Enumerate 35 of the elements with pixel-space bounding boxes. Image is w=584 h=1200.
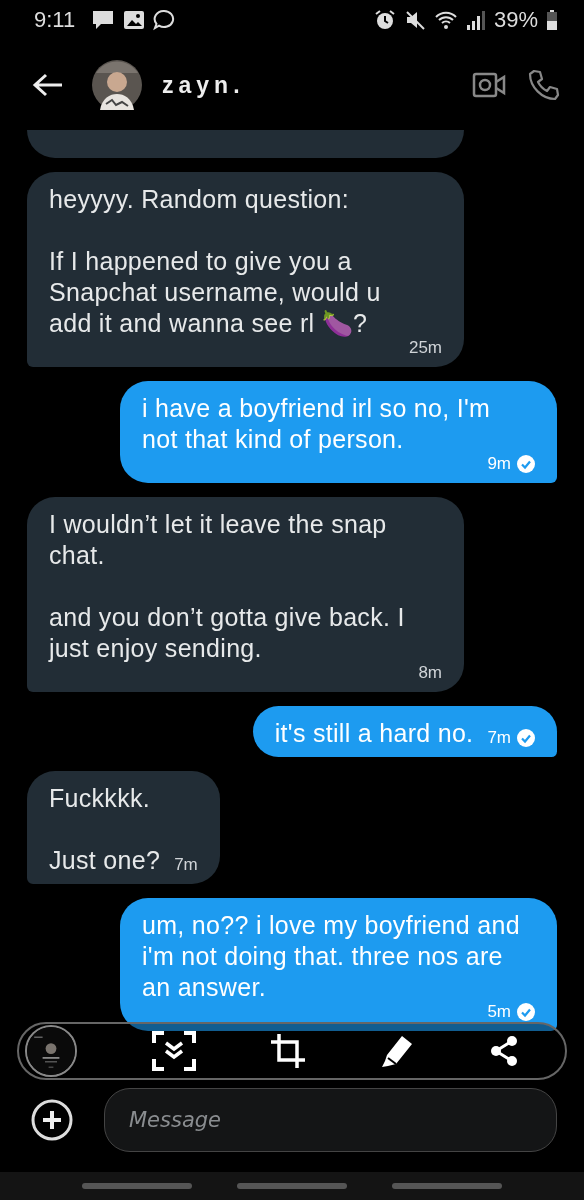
alarm-icon	[373, 9, 396, 31]
message-icon	[91, 9, 116, 31]
battery-percent: 39%	[493, 7, 538, 33]
pencil-icon[interactable]	[380, 1034, 414, 1068]
status-time: 9:11	[34, 7, 76, 33]
phone-icon[interactable]	[528, 69, 560, 101]
crop-icon[interactable]	[271, 1034, 305, 1068]
nav-handle[interactable]	[82, 1183, 193, 1189]
share-icon[interactable]	[489, 1035, 519, 1067]
mute-icon	[403, 9, 426, 31]
contact-name[interactable]: zayn.	[162, 71, 245, 99]
video-call-icon[interactable]	[472, 71, 506, 99]
message-text: I wouldn’t let it leave the snap chat. and you don’t gotta give back. I just enjoy sending.	[49, 509, 406, 664]
back-icon[interactable]	[32, 73, 64, 97]
message-text: i have a boyfriend irl so no, I'm not that kind of person.	[142, 393, 492, 455]
message-time: 25m	[408, 339, 442, 357]
message-field[interactable]: Message	[104, 1088, 557, 1152]
scroll-capture-icon[interactable]	[152, 1031, 196, 1071]
signal-icon	[465, 9, 486, 31]
message-time: 9m	[487, 455, 511, 473]
chat-icon	[153, 9, 176, 31]
image-icon	[123, 10, 146, 30]
message-text: heyyyy. Random question: If I happened to give you a Snapchat username, would u add it and wanna see rl 🍆?	[49, 184, 382, 339]
message-time: 8m	[418, 664, 442, 682]
message-time: 7m	[174, 856, 198, 874]
add-icon[interactable]	[30, 1098, 74, 1142]
wifi-icon	[433, 9, 458, 31]
battery-icon	[546, 9, 558, 31]
message-text: Fuckkkk. Just one?	[49, 783, 161, 876]
nav-handle[interactable]	[391, 1183, 502, 1189]
message-text: um, no?? i love my boyfriend and i'm not doing that. three nos are an answer.	[142, 910, 521, 1003]
nav-handle[interactable]	[237, 1183, 347, 1189]
message-time: 7m	[487, 729, 511, 747]
message-time: 5m	[487, 1003, 511, 1021]
message-text: it's still a hard no.	[274, 718, 474, 749]
